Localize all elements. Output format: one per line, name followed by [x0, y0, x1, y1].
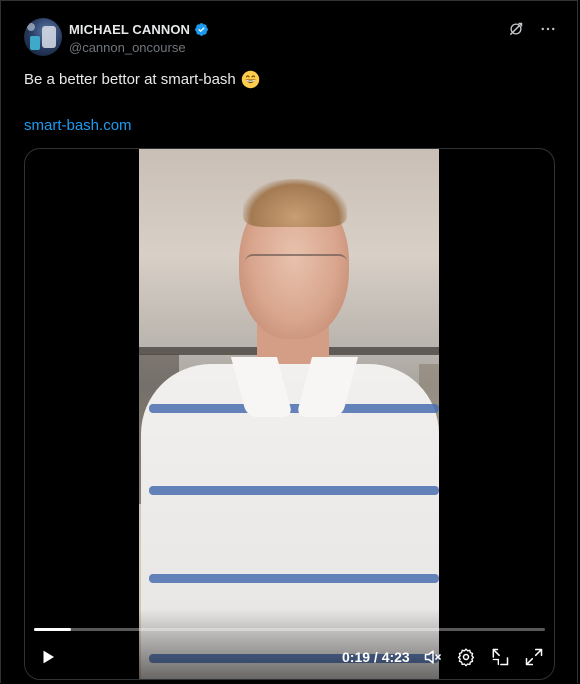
- more-options-icon[interactable]: [539, 20, 557, 38]
- pip-icon[interactable]: [490, 647, 510, 667]
- avatar-detail: [30, 36, 40, 50]
- tweet-header: MICHAEL CANNON @cannon_oncourse: [24, 18, 557, 58]
- shirt-stripe: [149, 404, 439, 413]
- avatar-detail: [42, 26, 56, 48]
- author-info: MICHAEL CANNON @cannon_oncourse: [69, 20, 209, 55]
- video-progress-fill: [34, 628, 72, 631]
- avatar-detail: [27, 23, 35, 31]
- avatar[interactable]: [24, 18, 62, 56]
- header-actions: [507, 20, 557, 38]
- grinning-face-emoji-icon: [241, 70, 259, 89]
- settings-icon[interactable]: [456, 647, 476, 667]
- tweet-text-content: Be a better bettor at smart-bash: [24, 71, 236, 88]
- person-glasses: [245, 254, 347, 278]
- controls-overlay: [25, 609, 554, 679]
- tweet-link[interactable]: smart-bash.com: [24, 117, 132, 134]
- author-handle[interactable]: @cannon_oncourse: [69, 40, 209, 55]
- name-row: MICHAEL CANNON: [69, 20, 209, 38]
- shirt-stripe: [149, 574, 439, 583]
- verified-badge-icon[interactable]: [194, 22, 209, 37]
- mute-icon[interactable]: [423, 647, 443, 667]
- author-display-name[interactable]: MICHAEL CANNON: [69, 22, 190, 37]
- shirt-stripe: [149, 486, 439, 495]
- play-icon[interactable]: [39, 647, 57, 667]
- tweet-card: MICHAEL CANNON @cannon_oncourse Be a bet…: [0, 0, 578, 683]
- video-player[interactable]: 0:19 / 4:23: [24, 148, 555, 680]
- person-hair: [243, 179, 347, 227]
- grok-icon[interactable]: [507, 20, 525, 38]
- video-time: 0:19 / 4:23: [342, 649, 410, 665]
- video-frame: [139, 149, 439, 679]
- tweet-text: Be a better bettor at smart-bash: [24, 70, 260, 89]
- fullscreen-icon[interactable]: [524, 647, 544, 667]
- video-progress-bar[interactable]: [34, 628, 545, 631]
